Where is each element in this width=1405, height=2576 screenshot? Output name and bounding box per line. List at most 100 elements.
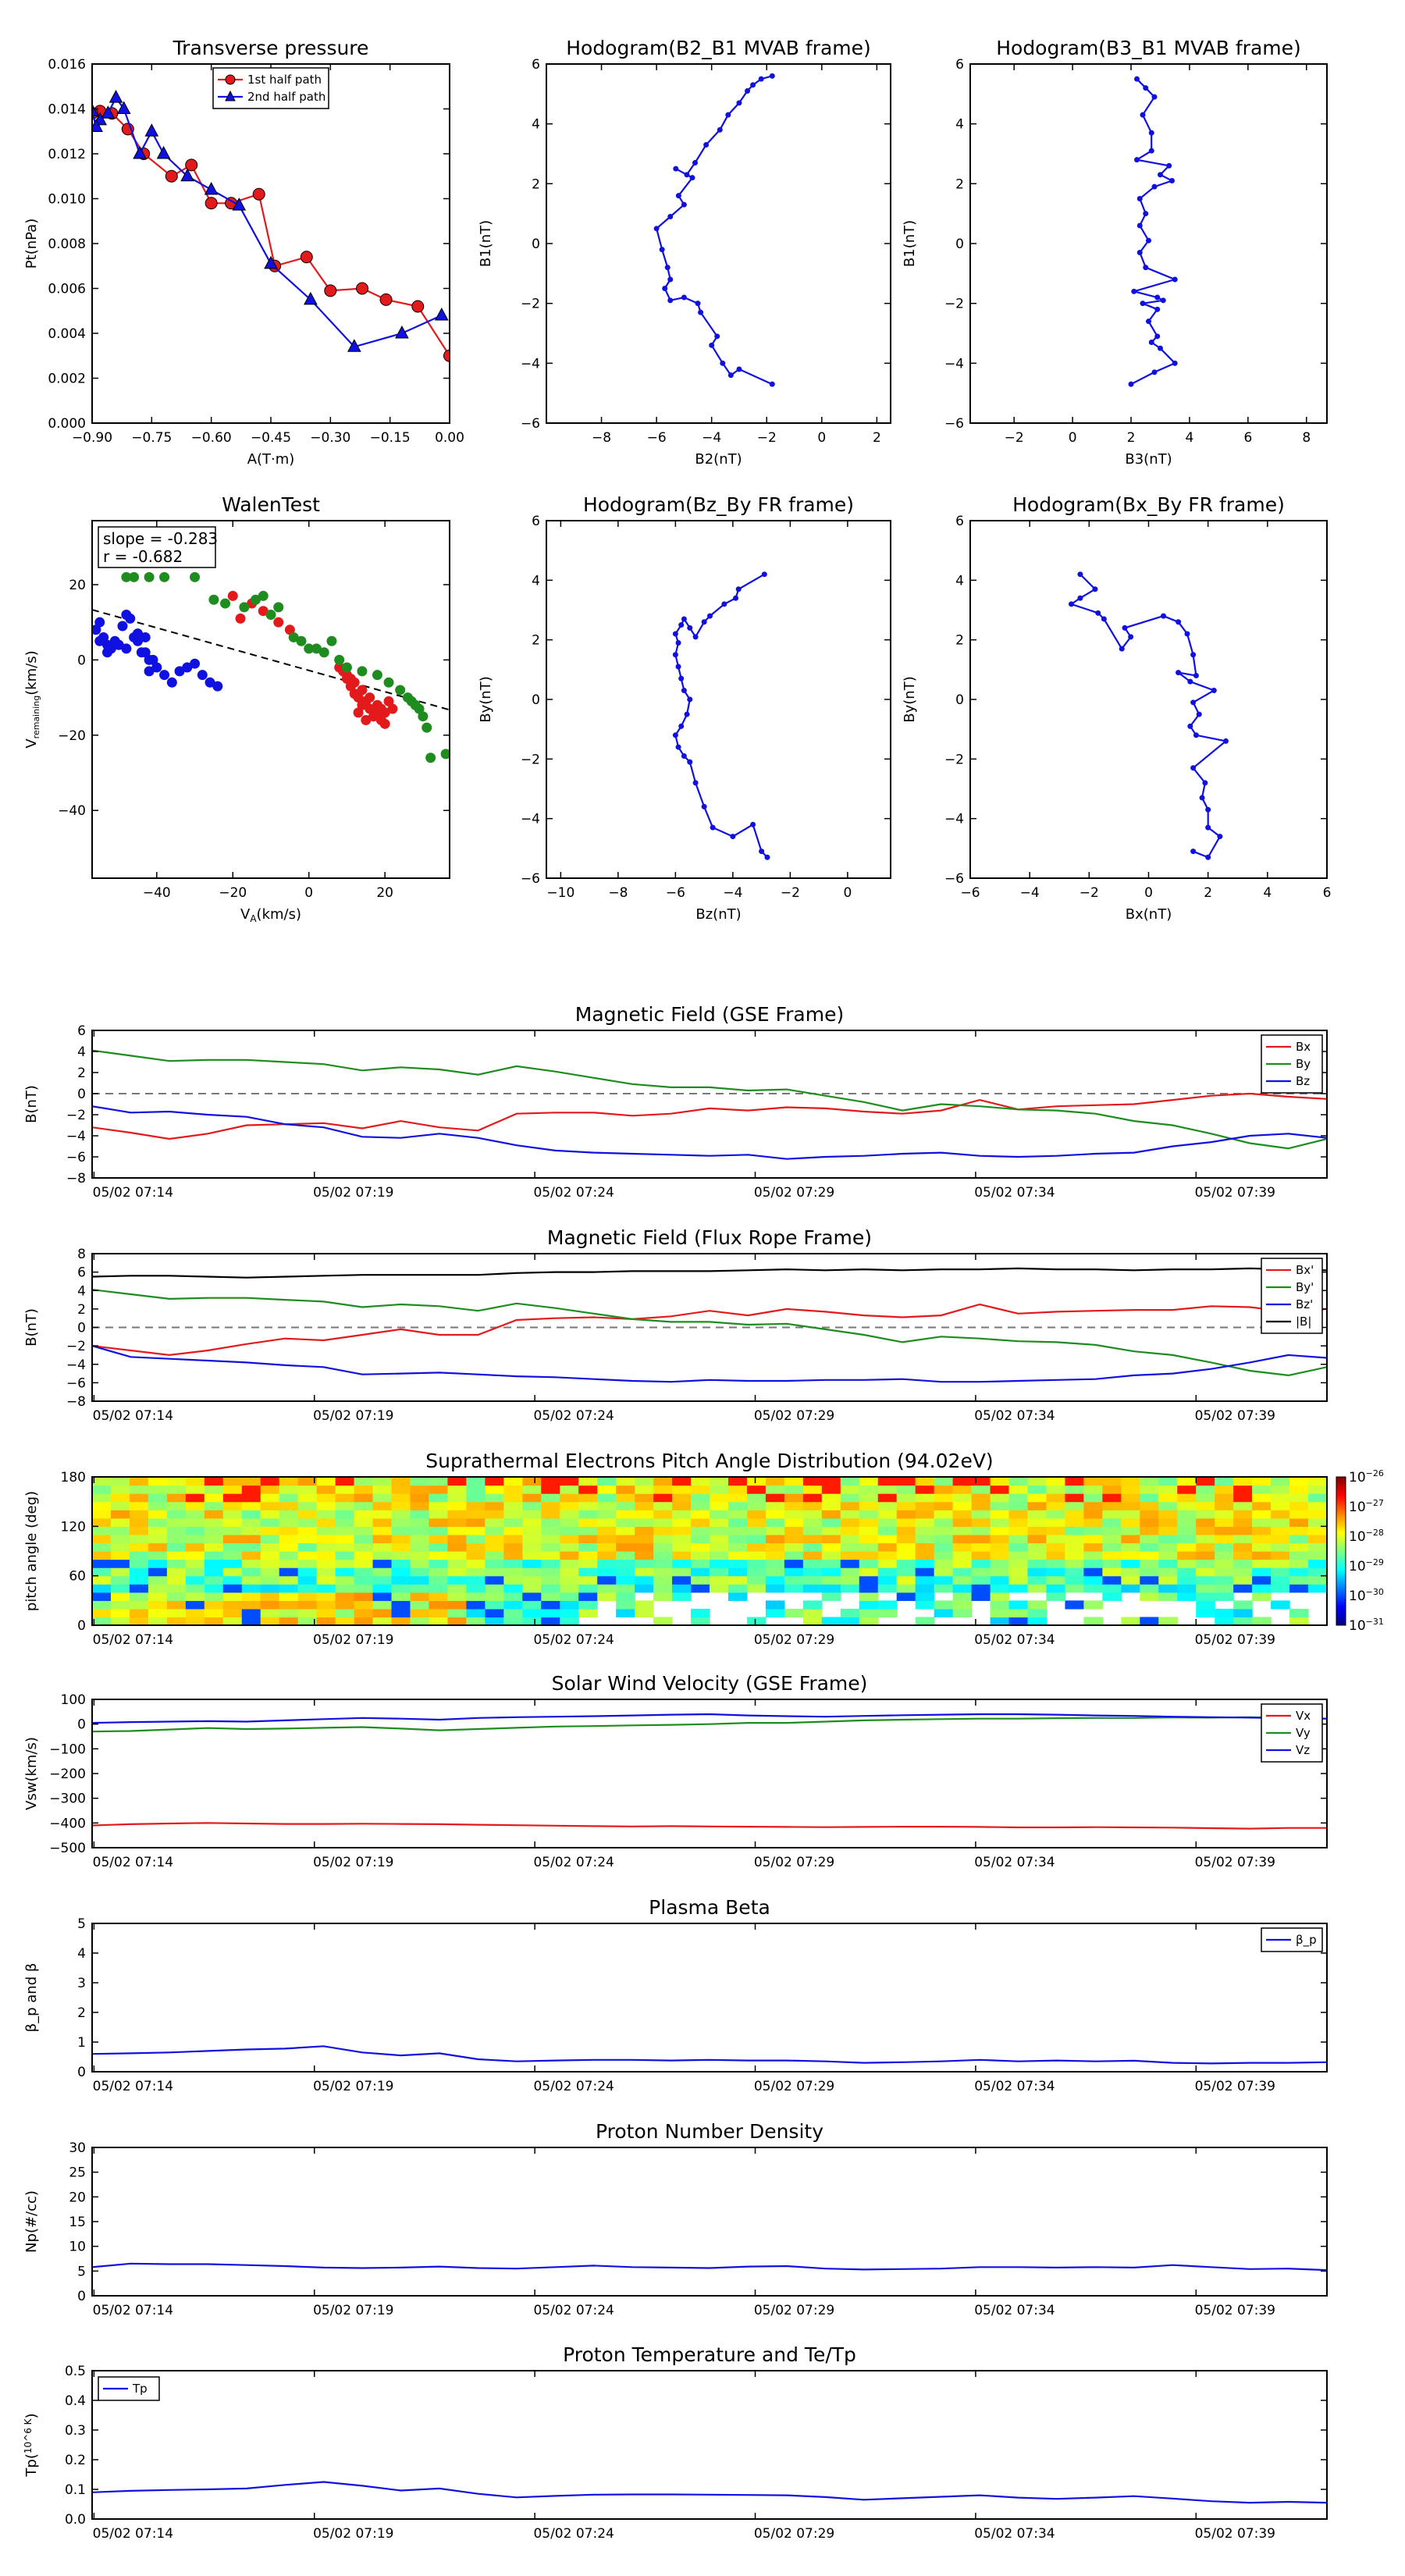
data-point [687,759,693,765]
y-tick-label: 0 [532,692,540,708]
heatmap-cell [166,1526,187,1535]
heatmap-cell [840,1559,860,1568]
heatmap-cell [1158,1567,1178,1577]
heatmap-cell [1252,1510,1272,1519]
heatmap-cell [1233,1526,1253,1535]
heatmap-cell [1196,1542,1215,1552]
heatmap-cell [653,1485,673,1494]
time-tick-label: 05/02 07:19 [313,1408,393,1424]
legend-mag_gse: BxByBz [1261,1034,1323,1094]
y-tick-label: 0.014 [48,102,86,118]
heatmap-cell [990,1559,1010,1568]
heatmap-cell [485,1477,504,1486]
data-point [1095,610,1101,616]
heatmap-cell [1027,1608,1048,1618]
heatmap-cell [297,1559,318,1568]
colorbar-label: 10−28 [1349,1528,1384,1545]
heatmap-cell [616,1567,635,1577]
heatmap-cell [541,1526,560,1535]
heatmap-cell [1008,1526,1029,1535]
heatmap-cell [92,1534,112,1544]
heatmap-cell [821,1517,841,1527]
series-line-mag_fr-1 [92,1289,1327,1377]
panel-pad: Suprathermal Electrons Pitch Angle Distr… [23,1450,1384,1648]
heatmap-cell [1252,1592,1272,1601]
heatmap-cell [990,1600,1010,1610]
y-tick-label: −4 [944,812,964,827]
heatmap-cell [429,1510,449,1519]
heatmap-cell [522,1600,542,1610]
heatmap-cell [166,1493,187,1503]
heatmap-cell [1027,1617,1048,1626]
heatmap-cell [372,1542,393,1552]
heatmap-cell [840,1608,860,1618]
heatmap-cell [335,1567,355,1577]
heatmap-cell [260,1526,280,1535]
heatmap-cell [877,1551,898,1560]
data-point [1077,571,1083,578]
heatmap-cell [746,1617,767,1626]
heatmap-cell [1065,1551,1084,1560]
data-point [684,172,690,178]
heatmap-cell [821,1526,841,1535]
time-tick-label: 05/02 07:19 [313,1855,393,1870]
heatmap-cell [990,1584,1010,1593]
heatmap-cell [560,1608,579,1618]
heatmap-cell [710,1534,729,1544]
heatmap-cell [1121,1526,1140,1535]
data-point [681,201,687,208]
axes-frame [91,1699,1328,1848]
heatmap-cell [372,1477,393,1486]
x-tick-label: −4 [702,430,721,446]
heatmap-cell [635,1517,654,1527]
heatmap-cell [410,1567,430,1577]
heatmap-cell [354,1600,374,1610]
heatmap-cell [148,1559,168,1568]
heatmap-cell [691,1567,710,1577]
data-point [1193,732,1199,738]
heatmap-cell [1065,1510,1084,1519]
heatmap-cell [859,1584,879,1593]
panel-h3: Hodogram(Bz_By FR frame)−6−4−20246−10 −8−… [478,493,891,923]
heatmap-cell [896,1584,916,1593]
heatmap-cell [710,1493,729,1503]
heatmap-cell [635,1559,654,1568]
colorbar-label: 10−27 [1349,1498,1384,1515]
heatmap-cell [260,1551,280,1560]
legend-label: Tp [132,2382,148,2396]
heatmap-cell [522,1575,542,1585]
heatmap-cell [222,1584,243,1593]
heatmap-cell [297,1600,318,1610]
heatmap-cell [727,1493,748,1503]
heatmap-cell [691,1534,710,1544]
heatmap-cell [765,1567,785,1577]
heatmap-cell [429,1592,449,1601]
time-tick-label: 05/02 07:34 [974,1185,1055,1201]
heatmap-cell [1065,1600,1084,1610]
heatmap-cell [260,1592,280,1601]
heatmap-cell [859,1510,879,1519]
heatmap-cell [727,1592,748,1601]
heatmap-cell [691,1493,710,1503]
heatmap-cell [1271,1517,1290,1527]
chart-title-mag_fr: Magnetic Field (Flux Rope Frame) [547,1226,872,1249]
heatmap-cell [166,1567,187,1577]
heatmap-cell [354,1493,374,1503]
data-point [1136,250,1143,255]
data-point [1184,631,1190,637]
heatmap-cell [1271,1551,1290,1560]
heatmap-cell [915,1517,935,1527]
heatmap-cell [1215,1534,1234,1544]
heatmap-cell [260,1608,280,1618]
heatmap-cell [92,1592,112,1601]
heatmap-cell [1027,1534,1048,1544]
heatmap-cell [877,1608,898,1618]
heatmap-cell [952,1517,973,1527]
heatmap-cell [578,1559,598,1568]
heatmap-cell [503,1517,523,1527]
data-point [659,247,665,253]
heatmap-cell [92,1493,112,1503]
heatmap-cell [1215,1559,1234,1568]
data-point [1154,294,1161,301]
y-axis-label: B(nT) [23,1085,40,1123]
